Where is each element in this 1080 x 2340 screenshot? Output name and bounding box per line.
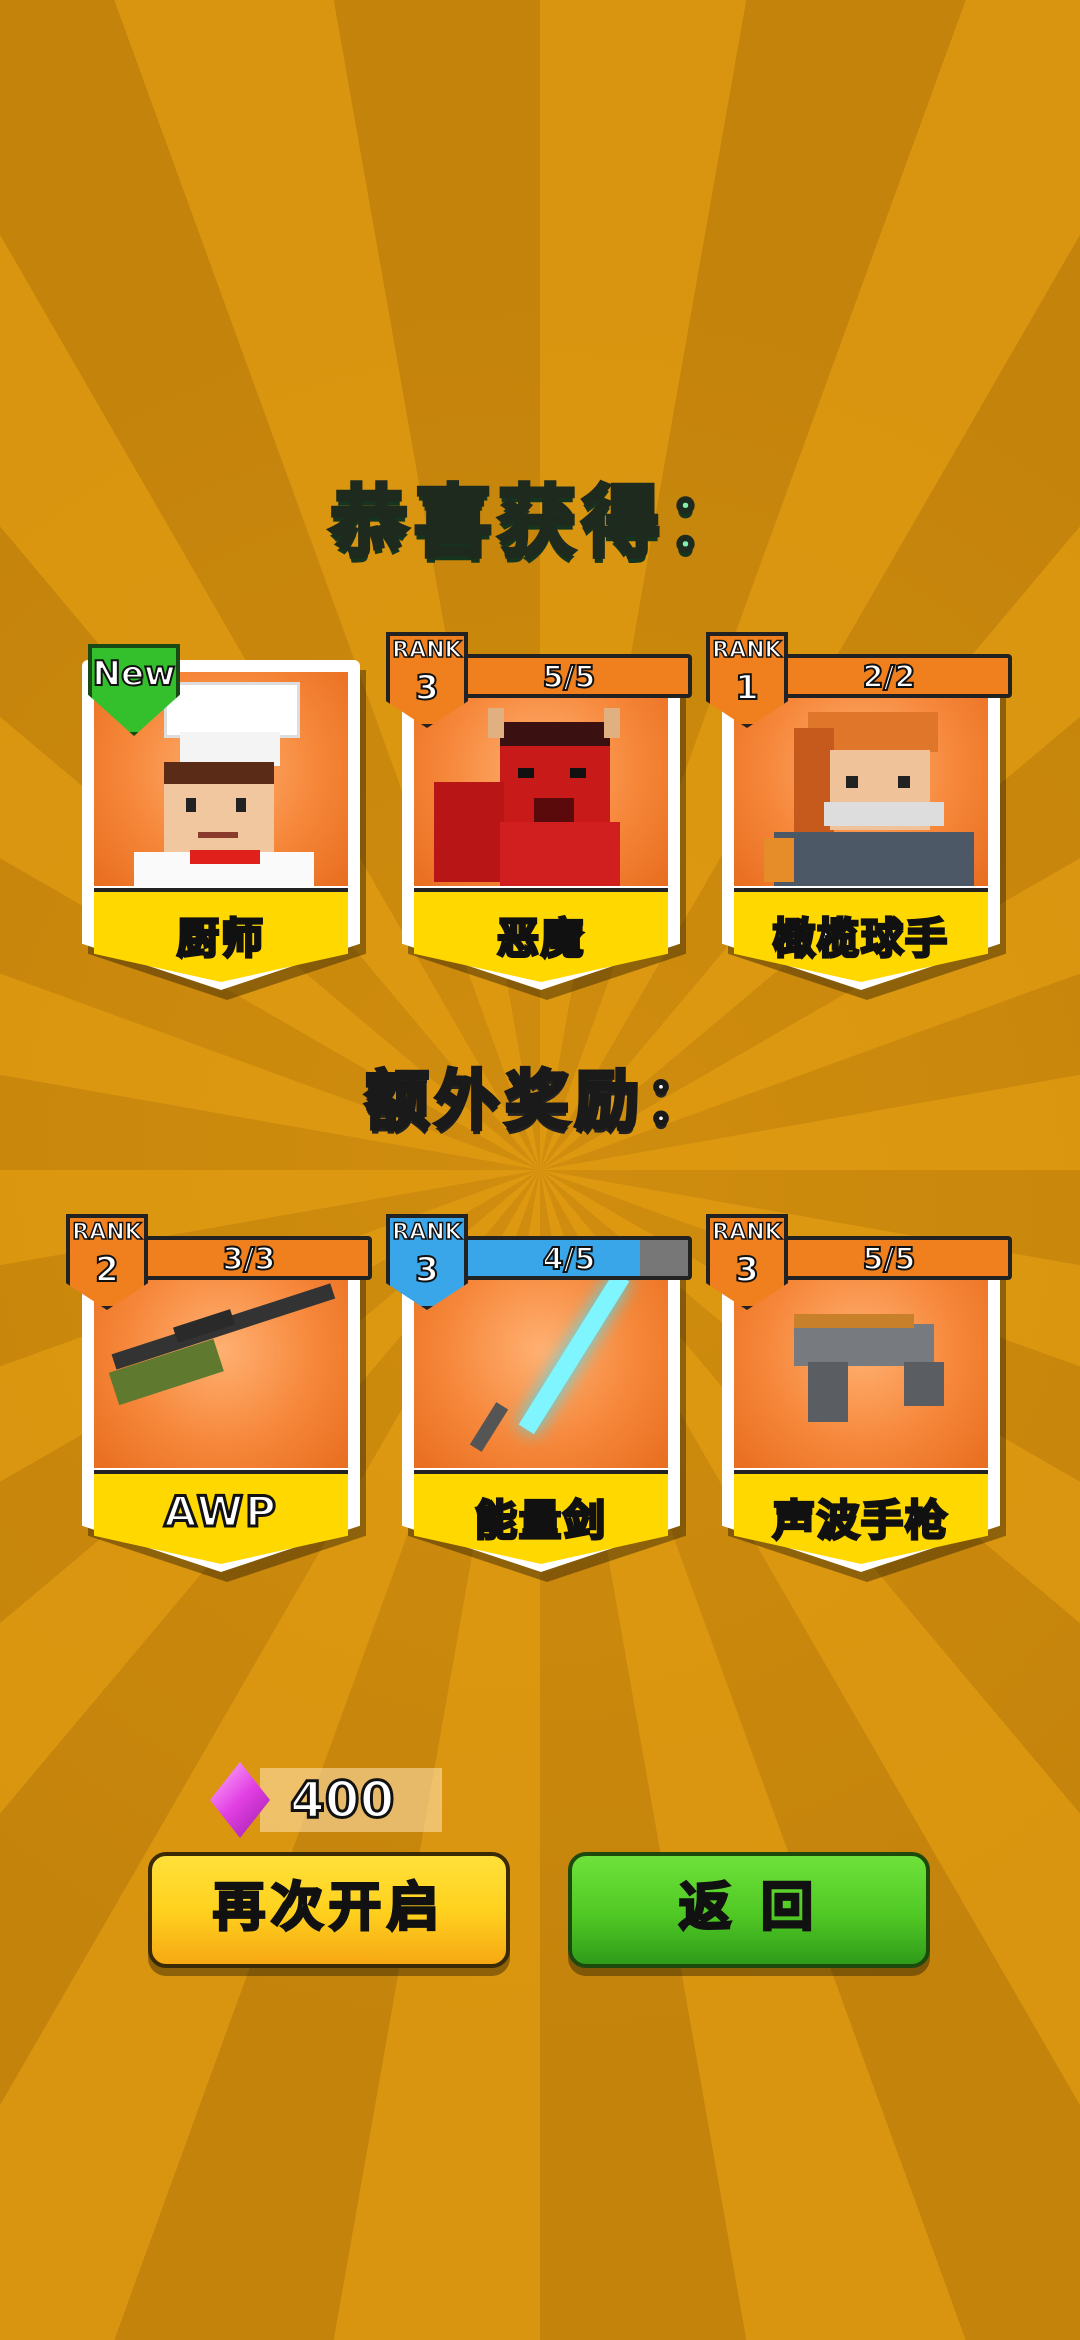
rank-progress-text: 3/3	[222, 1241, 277, 1278]
gem-cost-amount: 400	[288, 1770, 395, 1831]
page-title: 恭喜获得：	[328, 476, 750, 570]
rank-number: 1	[734, 667, 760, 709]
reward-card-awp[interactable]: AWP 3/3 RANK 2	[66, 1214, 372, 1582]
back-button[interactable]: 返 回	[568, 1852, 930, 1968]
rank-number: 2	[94, 1249, 120, 1291]
radial-background	[0, 0, 1080, 2340]
bonus-heading: 额外奖励：	[363, 1063, 715, 1141]
rank-label: RANK	[392, 637, 463, 664]
card-name: 橄榄球手	[771, 913, 949, 965]
card-name: AWP	[163, 1486, 278, 1538]
new-badge-label: New	[92, 653, 177, 695]
rank-progress-text: 5/5	[862, 1241, 917, 1278]
reward-card-energy-sword[interactable]: 能量剑 4/5 RANK 3	[386, 1214, 692, 1582]
rank-label: RANK	[712, 1219, 783, 1246]
rank-label: RANK	[712, 637, 783, 664]
reopen-button[interactable]: 再次开启	[148, 1852, 510, 1968]
rank-label: RANK	[392, 1219, 463, 1246]
rank-label: RANK	[72, 1219, 143, 1246]
rank-progress-text: 5/5	[542, 659, 597, 696]
rank-progress-text: 2/2	[862, 659, 917, 696]
card-name: 恶魔	[495, 913, 585, 965]
card-name: 能量剑	[473, 1495, 607, 1547]
card-name: 声波手枪	[771, 1495, 949, 1547]
rank-number: 3	[414, 667, 440, 709]
rank-number: 3	[414, 1249, 440, 1291]
reward-card-sonic-pistol[interactable]: 声波手枪 5/5 RANK 3	[706, 1214, 1012, 1582]
reward-card-demon[interactable]: 恶魔 5/5 RANK 3	[386, 632, 692, 1000]
rank-progress-remainder	[639, 1240, 688, 1276]
card-name: 厨师	[175, 913, 265, 965]
rank-progress-text: 4/5	[542, 1241, 597, 1278]
rank-number: 3	[734, 1249, 760, 1291]
reward-card-chef[interactable]: 厨师 New	[82, 644, 366, 1000]
reward-card-football-player[interactable]: 橄榄球手 2/2 RANK 1	[706, 632, 1012, 1000]
